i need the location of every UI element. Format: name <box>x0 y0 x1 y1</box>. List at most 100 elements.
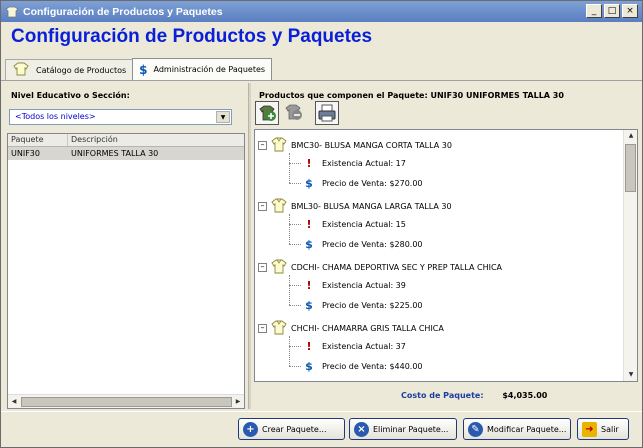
package-cost-value: $4,035.00 <box>502 391 548 400</box>
package-products-header: Productos que componen el Paquete: UNIF3… <box>259 91 564 100</box>
product-label: BML30- BLUSA MANGA LARGA TALLA 30 <box>291 201 452 211</box>
add-product-button[interactable] <box>255 101 279 125</box>
left-panel: Nivel Educativo o Sección: <Todos los ni… <box>5 83 245 409</box>
tab-bar: Catálogo de Productos $ Administración d… <box>5 58 273 80</box>
panel-splitter[interactable] <box>248 83 251 409</box>
dollar-icon: $ <box>305 176 313 190</box>
modify-package-label: Modificar Paquete... <box>487 424 567 434</box>
shirt-icon <box>270 258 288 276</box>
delete-package-button[interactable]: × Eliminar Paquete... <box>349 418 457 440</box>
modify-package-button[interactable]: ✎ Modificar Paquete... <box>463 418 571 440</box>
maximize-button[interactable]: □ <box>604 4 620 18</box>
tab-administracion-paquetes[interactable]: $ Administración de Paquetes <box>132 58 273 80</box>
add-icon: + <box>243 421 258 437</box>
table-row[interactable]: UNIF30 UNIFORMES TALLA 30 <box>8 147 244 160</box>
price-label: Precio de Venta: $225.00 <box>322 300 423 310</box>
scroll-thumb[interactable] <box>625 144 636 192</box>
packages-grid[interactable]: Paquete Descripción UNIF30 UNIFORMES TAL… <box>7 133 245 409</box>
shirt-icon <box>270 380 288 381</box>
close-button[interactable]: × <box>622 4 638 18</box>
price-label: Precio de Venta: $280.00 <box>322 239 423 249</box>
exclamation-icon: ! <box>306 339 312 353</box>
package-products-tree[interactable]: – BMC30- BLUSA MANGA CORTA TALLA 30! Exist… <box>254 129 638 382</box>
app-icon <box>5 6 19 18</box>
tree-node-price[interactable]: $ Precio de Venta: $440.00 <box>302 357 423 375</box>
tree-connector <box>289 244 301 245</box>
tree-node-stock[interactable]: ! Existencia Actual: 15 <box>302 215 405 233</box>
remove-product-button[interactable] <box>282 101 306 125</box>
collapse-toggle-icon[interactable]: – <box>258 201 267 211</box>
product-label: CHCHI- CHAMARRA GRIS TALLA CHICA <box>291 323 444 333</box>
tree-node-product[interactable]: – <box>258 379 288 381</box>
create-package-button[interactable]: + Crear Paquete... <box>238 418 345 440</box>
horizontal-scrollbar[interactable]: ◀ ▶ <box>8 394 244 408</box>
scroll-up-icon[interactable]: ▲ <box>625 130 637 142</box>
exit-button[interactable]: ➜ Salir <box>577 418 629 440</box>
level-filter-value: <Todos los niveles> <box>15 112 96 121</box>
dollar-icon: $ <box>139 62 148 77</box>
tree-node-price[interactable]: $ Precio de Venta: $225.00 <box>302 296 423 314</box>
collapse-toggle-icon[interactable]: – <box>258 262 267 272</box>
package-cost: Costo de Paquete: $4,035.00 <box>401 391 547 400</box>
price-label: Precio de Venta: $440.00 <box>322 361 423 371</box>
dollar-icon: $ <box>305 298 313 312</box>
tree-connector <box>289 153 290 183</box>
tree-node-product[interactable]: – CDCHI- CHAMA DEPORTIVA SEC Y PREP TALLA… <box>258 257 502 277</box>
minimize-button[interactable]: _ <box>586 4 602 18</box>
shirt-icon <box>270 136 288 154</box>
page-heading: Configuración de Productos y Paquetes <box>11 26 373 47</box>
title-bar[interactable]: Configuración de Productos y Paquetes _ … <box>1 1 642 22</box>
delete-icon: × <box>354 421 369 437</box>
column-header-descripcion[interactable]: Descripción <box>68 134 244 146</box>
cell-paquete: UNIF30 <box>11 149 40 158</box>
tree-node-stock[interactable]: ! Existencia Actual: 17 <box>302 154 405 172</box>
tree-connector <box>289 224 301 225</box>
exclamation-icon: ! <box>306 156 312 170</box>
collapse-toggle-icon[interactable]: – <box>258 140 267 150</box>
shirt-icon <box>270 197 288 215</box>
dollar-icon: $ <box>305 237 313 251</box>
tree-node-product[interactable]: – CHCHI- CHAMARRA GRIS TALLA CHICA <box>258 318 444 338</box>
tree-node-stock[interactable]: ! Existencia Actual: 39 <box>302 276 406 294</box>
product-label: BMC30- BLUSA MANGA CORTA TALLA 30 <box>291 140 452 150</box>
level-filter-select[interactable]: <Todos los niveles> ▼ <box>9 109 232 125</box>
tab-label: Catálogo de Productos <box>36 65 127 75</box>
shirt-icon <box>12 62 30 78</box>
tree-connector <box>289 163 301 164</box>
tree-connector <box>289 366 301 367</box>
tree-connector <box>289 305 301 306</box>
tab-catalogo-productos[interactable]: Catálogo de Productos <box>5 59 134 80</box>
right-panel: Productos que componen el Paquete: UNIF3… <box>253 83 639 409</box>
tab-divider <box>1 80 642 81</box>
dollar-icon: $ <box>305 359 313 373</box>
delete-package-label: Eliminar Paquete... <box>373 424 449 434</box>
scroll-down-icon[interactable]: ▼ <box>625 369 637 381</box>
tree-connector <box>289 346 301 347</box>
tree-node-stock[interactable]: ! Existencia Actual: 37 <box>302 337 405 355</box>
footer-bar: + Crear Paquete... × Eliminar Paquete...… <box>1 411 642 447</box>
chevron-down-icon[interactable]: ▼ <box>216 111 230 123</box>
tree-node-product[interactable]: – BML30- BLUSA MANGA LARGA TALLA 30 <box>258 196 452 216</box>
scroll-left-icon[interactable]: ◀ <box>8 396 20 408</box>
stock-label: Existencia Actual: 39 <box>322 280 406 290</box>
collapse-toggle-icon[interactable]: – <box>258 323 267 333</box>
print-button[interactable] <box>315 101 339 125</box>
shirt-icon <box>270 319 288 337</box>
scroll-right-icon[interactable]: ▶ <box>232 396 244 408</box>
edit-icon: ✎ <box>468 421 483 437</box>
cell-descripcion: UNIFORMES TALLA 30 <box>71 149 159 158</box>
tree-connector <box>289 275 290 305</box>
tree-node-product[interactable]: – BMC30- BLUSA MANGA CORTA TALLA 30 <box>258 135 452 155</box>
create-package-label: Crear Paquete... <box>262 424 327 434</box>
tree-node-price[interactable]: $ Precio de Venta: $270.00 <box>302 174 422 192</box>
exclamation-icon: ! <box>306 217 312 231</box>
tree-connector <box>289 214 290 244</box>
tab-label: Administración de Paquetes <box>153 65 266 74</box>
column-header-paquete[interactable]: Paquete <box>8 134 68 146</box>
tree-node-price[interactable]: $ Precio de Venta: $280.00 <box>302 235 423 253</box>
tree-connector <box>289 336 290 366</box>
vertical-scrollbar[interactable]: ▲ ▼ <box>623 130 637 381</box>
scroll-thumb[interactable] <box>21 397 232 407</box>
toolbar <box>255 101 339 125</box>
tree-connector <box>289 285 301 286</box>
